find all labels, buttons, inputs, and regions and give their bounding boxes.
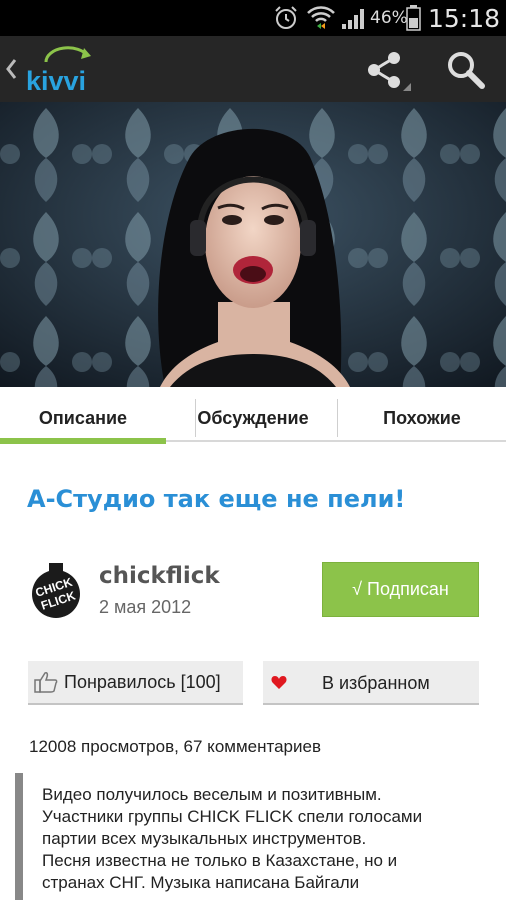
video-thumbnail-image xyxy=(0,102,506,387)
description-line: партии всех музыкальных инструментов. xyxy=(42,829,367,848)
favorite-label: В избранном xyxy=(322,673,430,693)
logo-text: kivvi xyxy=(26,66,86,96)
description-quote-bar xyxy=(15,773,23,900)
description-line: Видео получилось веселым и позитивным. xyxy=(42,785,382,804)
tab-active-indicator xyxy=(0,438,166,444)
search-button[interactable] xyxy=(444,48,488,92)
description-line: Песня известна не только в Казахстане, н… xyxy=(42,851,398,870)
thumbs-up-icon xyxy=(34,672,58,693)
video-title: А-Студио так еще не пели! xyxy=(27,485,406,513)
channel-avatar[interactable]: CHICK FLICK xyxy=(29,561,83,619)
share-button[interactable] xyxy=(364,50,412,92)
battery-icon xyxy=(406,5,421,31)
wifi-icon xyxy=(307,6,335,29)
like-button[interactable]: Понравилось [100] xyxy=(28,661,243,705)
battery-percent: 46% xyxy=(370,8,408,28)
view-stats: 12008 просмотров, 67 комментариев xyxy=(29,737,321,756)
clock: 15:18 xyxy=(428,4,501,33)
alarm-icon xyxy=(275,6,297,29)
favorite-button[interactable]: В избранном xyxy=(263,661,479,705)
heart-icon xyxy=(271,676,287,689)
upload-date: 2 мая 2012 xyxy=(99,597,192,617)
status-bar: 46% 15:18 xyxy=(0,0,506,36)
kivvi-logo[interactable]: kivvi xyxy=(24,44,102,96)
subscribe-button[interactable]: √ Подписан xyxy=(322,562,479,617)
back-chevron-icon[interactable] xyxy=(5,58,17,80)
video-player[interactable] xyxy=(0,102,506,387)
tab-bar: Описание Обсуждение Похожие xyxy=(0,387,506,449)
signal-icon xyxy=(342,9,364,29)
channel-name[interactable]: chickflick xyxy=(99,563,220,589)
action-bar: kivvi xyxy=(0,36,506,102)
like-label: Понравилось [100] xyxy=(64,671,221,692)
video-description: Видео получилось веселым и позитивным. У… xyxy=(42,784,492,894)
description-line: Участники группы CHICK FLICK спели голос… xyxy=(42,807,423,826)
description-line: странах СНГ. Музыка написана Байгали xyxy=(42,873,360,892)
